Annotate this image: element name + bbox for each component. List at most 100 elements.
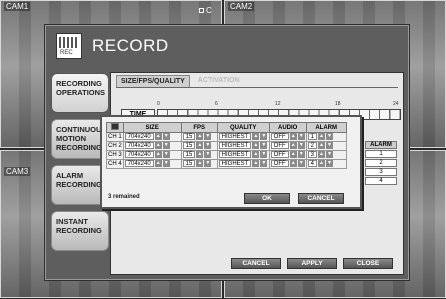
fps-value[interactable]: 15 [182, 133, 196, 141]
quality-cell: HIGHEST ▲ ▼ [216, 150, 270, 160]
arrow-down-icon[interactable]: ▼ [326, 151, 334, 159]
arrow-up-icon[interactable]: ▲ [154, 142, 162, 150]
column-header-fps: FPS [180, 122, 218, 133]
tick-label: 24 [393, 101, 399, 107]
arrow-up-icon[interactable]: ▲ [154, 151, 162, 159]
channel-label: CH 1 [106, 132, 124, 142]
arrow-down-icon[interactable]: ▼ [260, 133, 268, 141]
arrow-down-icon[interactable]: ▼ [260, 142, 268, 150]
size-cell: 704x240 ▲ ▼ [122, 150, 182, 160]
alarm-value[interactable]: 2 [365, 159, 397, 167]
camera-label: CAM1 [4, 2, 31, 11]
arrow-up-icon[interactable]: ▲ [154, 133, 162, 141]
close-button[interactable]: CLOSE [343, 258, 393, 269]
arrow-up-icon[interactable]: ▲ [289, 151, 297, 159]
alarm-cell: 2 ▲ ▼ [305, 141, 347, 151]
arrow-up-icon[interactable]: ▲ [252, 160, 260, 168]
arrow-down-icon[interactable]: ▼ [162, 142, 170, 150]
audio-value[interactable]: OFF [270, 142, 289, 150]
arrow-up-icon[interactable]: ▲ [196, 142, 204, 150]
arrow-down-icon[interactable]: ▼ [326, 133, 334, 141]
alarm-value[interactable]: 4 [365, 177, 397, 185]
arrow-down-icon[interactable]: ▼ [326, 160, 334, 168]
arrow-up-icon[interactable]: ▲ [252, 151, 260, 159]
arrow-up-icon[interactable]: ▲ [318, 133, 326, 141]
arrow-down-icon[interactable]: ▼ [326, 142, 334, 150]
size-cell: 704x240 ▲ ▼ [122, 132, 182, 142]
cancel-button[interactable]: CANCEL [231, 258, 281, 269]
column-header-quality: QUALITY [216, 122, 270, 133]
sidebar-item-recording-operations[interactable]: RECORDING OPERATIONS [51, 73, 109, 113]
arrow-up-icon[interactable]: ▲ [318, 160, 326, 168]
popup-cancel-button[interactable]: CANCEL [298, 193, 344, 204]
arrow-down-icon[interactable]: ▼ [297, 160, 305, 168]
alarm-value[interactable]: 1 [307, 133, 318, 141]
size-value[interactable]: 704x240 [124, 160, 154, 168]
alarm-column: ALARM 1 2 3 4 [365, 141, 397, 185]
arrow-up-icon[interactable]: ▲ [318, 142, 326, 150]
arrow-down-icon[interactable]: ▼ [297, 151, 305, 159]
arrow-down-icon[interactable]: ▼ [204, 151, 212, 159]
alarm-column-header: ALARM [365, 141, 397, 149]
ok-button[interactable]: OK [244, 193, 290, 204]
arrow-down-icon[interactable]: ▼ [162, 133, 170, 141]
audio-value[interactable]: OFF [270, 151, 289, 159]
arrow-up-icon[interactable]: ▲ [289, 133, 297, 141]
table-row: CH 1 704x240 ▲ ▼ 15 ▲ ▼ HIGHEST ▲ ▼ OFF ▲ ▼ 1 ▲ ▼ [106, 132, 347, 142]
fps-cell: 15 ▲ ▼ [180, 150, 218, 160]
audio-cell: OFF ▲ ▼ [268, 159, 307, 169]
arrow-up-icon[interactable]: ▲ [318, 151, 326, 159]
fps-cell: 15 ▲ ▼ [180, 132, 218, 142]
arrow-down-icon[interactable]: ▼ [204, 133, 212, 141]
arrow-down-icon[interactable]: ▼ [297, 133, 305, 141]
arrow-down-icon[interactable]: ▼ [260, 160, 268, 168]
alarm-value[interactable]: 1 [365, 150, 397, 158]
arrow-down-icon[interactable]: ▼ [204, 160, 212, 168]
arrow-up-icon[interactable]: ▲ [289, 160, 297, 168]
fps-value[interactable]: 15 [182, 142, 196, 150]
arrow-up-icon[interactable]: ▲ [196, 160, 204, 168]
audio-value[interactable]: OFF [270, 133, 289, 141]
arrow-up-icon[interactable]: ▲ [252, 142, 260, 150]
quality-value[interactable]: HIGHEST [218, 133, 252, 141]
settings-popup: SIZE FPS QUALITY AUDIO ALARM CH 1 704x24… [100, 115, 362, 209]
fps-value[interactable]: 15 [182, 151, 196, 159]
channel-label: CH 4 [106, 159, 124, 169]
quality-value[interactable]: HIGHEST [218, 142, 252, 150]
arrow-down-icon[interactable]: ▼ [204, 142, 212, 150]
arrow-up-icon[interactable]: ▲ [196, 151, 204, 159]
arrow-up-icon[interactable]: ▲ [252, 133, 260, 141]
size-value[interactable]: 704x240 [124, 151, 154, 159]
arrow-down-icon[interactable]: ▼ [162, 160, 170, 168]
record-square-icon [199, 8, 204, 13]
arrow-up-icon[interactable]: ▲ [196, 133, 204, 141]
size-cell: 704x240 ▲ ▼ [122, 159, 182, 169]
arrow-up-icon[interactable]: ▲ [154, 160, 162, 168]
alarm-value[interactable]: 4 [307, 160, 318, 168]
size-value[interactable]: 704x240 [124, 133, 154, 141]
quality-value[interactable]: HIGHEST [218, 160, 252, 168]
arrow-down-icon[interactable]: ▼ [162, 151, 170, 159]
quality-cell: HIGHEST ▲ ▼ [216, 132, 270, 142]
arrow-up-icon[interactable]: ▲ [289, 142, 297, 150]
column-header-audio: AUDIO [268, 122, 307, 133]
alarm-cell: 1 ▲ ▼ [305, 132, 347, 142]
camera-column-header [106, 122, 124, 133]
alarm-value[interactable]: 3 [307, 151, 318, 159]
arrow-down-icon[interactable]: ▼ [260, 151, 268, 159]
alarm-value[interactable]: 3 [365, 168, 397, 176]
fps-value[interactable]: 15 [182, 160, 196, 168]
tick-label: 12 [275, 101, 281, 107]
dialog-title-bar: REC RECORD [45, 25, 409, 67]
size-cell: 704x240 ▲ ▼ [122, 141, 182, 151]
apply-button[interactable]: APPLY [287, 258, 337, 269]
audio-value[interactable]: OFF [270, 160, 289, 168]
size-value[interactable]: 704x240 [124, 142, 154, 150]
quality-value[interactable]: HIGHEST [218, 151, 252, 159]
alarm-value[interactable]: 2 [307, 142, 318, 150]
sidebar-item-instant-recording[interactable]: INSTANT RECORDING [51, 211, 109, 251]
record-calendar-icon: REC [56, 33, 82, 59]
arrow-down-icon[interactable]: ▼ [297, 142, 305, 150]
channel-label: CH 2 [106, 141, 124, 151]
quality-cell: HIGHEST ▲ ▼ [216, 159, 270, 169]
